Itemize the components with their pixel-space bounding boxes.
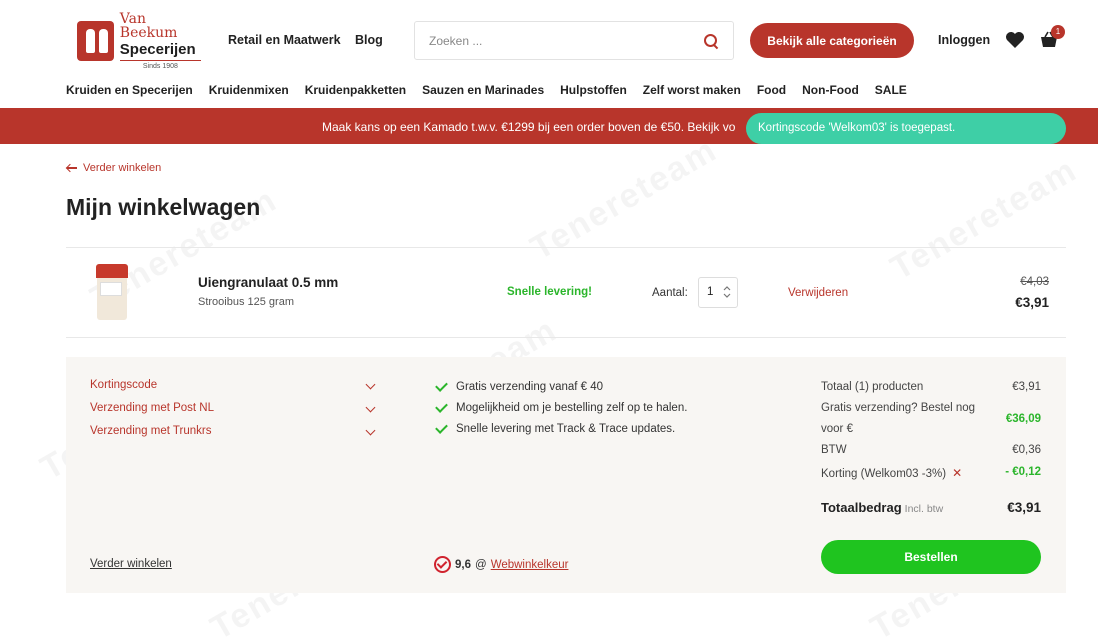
- main-nav: Kruiden en Specerijen Kruidenmixen Kruid…: [66, 83, 923, 97]
- order-button[interactable]: Bestellen: [821, 540, 1041, 574]
- nav-item-kruiden[interactable]: Kruiden en Specerijen: [66, 83, 193, 97]
- back-link-label: Verder winkelen: [83, 162, 162, 174]
- remove-item-link[interactable]: Verwijderen: [788, 287, 848, 299]
- page-title: Mijn winkelwagen: [66, 194, 261, 220]
- promo-text[interactable]: Maak kans op een Kamado t.w.v. €1299 bij…: [322, 120, 735, 134]
- brand-logo[interactable]: Van Beekum Specerijen Sinds 1908: [77, 12, 201, 70]
- item-price: €3,91: [1015, 295, 1049, 310]
- nav-item-kruidenmixen[interactable]: Kruidenmixen: [209, 83, 289, 97]
- all-categories-button[interactable]: Bekijk alle categorieën: [750, 23, 914, 58]
- cart-item-row: Uiengranulaat 0.5 mm Strooibus 125 gram …: [66, 247, 1066, 338]
- product-variant: Strooibus 125 gram: [198, 296, 294, 308]
- webwinkelkeur-icon: [434, 556, 451, 573]
- chevron-down-icon: [365, 379, 376, 390]
- webwinkelkeur-rating: 9,6 @ Webwinkelkeur: [434, 556, 568, 573]
- check-icon: [435, 379, 448, 392]
- check-icon: [435, 421, 448, 434]
- continue-shopping-link[interactable]: Verder winkelen: [90, 558, 172, 570]
- login-link[interactable]: Inloggen: [938, 33, 990, 47]
- arrow-left-icon: [66, 164, 77, 172]
- total-value: €3,91: [1007, 500, 1041, 515]
- product-name[interactable]: Uiengranulaat 0.5 mm: [198, 275, 338, 290]
- quantity-value: 1: [707, 286, 714, 298]
- back-link[interactable]: Verder winkelen: [66, 162, 161, 174]
- accordion-postnl[interactable]: Verzending met Post NL: [90, 402, 376, 414]
- chevron-down-icon: [365, 425, 376, 436]
- stepper-arrows-icon[interactable]: [723, 285, 731, 299]
- feature-pickup: Mogelijkheid om je bestelling zelf op te…: [435, 400, 687, 414]
- discount-label-row: Korting (Welkom03 -3%) ✕: [821, 466, 962, 480]
- accordion-trunkrs[interactable]: Verzending met Trunkrs: [90, 425, 376, 437]
- total-label: Totaalbedrag: [821, 500, 902, 515]
- delivery-status: Snelle levering!: [507, 286, 593, 298]
- nav-item-food[interactable]: Food: [757, 83, 786, 97]
- discount-toast: Kortingscode 'Welkom03' is toegepast.: [746, 113, 1066, 144]
- chevron-down-icon: [365, 402, 376, 413]
- nav-item-non-food[interactable]: Non-Food: [802, 83, 859, 97]
- feature-track-trace: Snelle levering met Track & Trace update…: [435, 421, 675, 435]
- total-vat-note: Incl. btw: [904, 503, 944, 515]
- check-icon: [435, 400, 448, 413]
- nav-item-sale[interactable]: SALE: [875, 83, 907, 97]
- accordion-discount-code[interactable]: Kortingscode: [90, 379, 376, 391]
- subtotal-value: €3,91: [1012, 381, 1041, 393]
- quantity-stepper[interactable]: 1: [698, 277, 738, 308]
- old-price: €4,03: [1020, 276, 1049, 288]
- search-input[interactable]: [429, 33, 703, 48]
- search-bar: [414, 21, 734, 60]
- free-shipping-label-2: voor €: [821, 423, 853, 435]
- heart-icon[interactable]: [1005, 31, 1025, 49]
- free-shipping-label-1: Gratis verzending? Bestel nog: [821, 402, 976, 414]
- nav-item-worst[interactable]: Zelf worst maken: [643, 83, 741, 97]
- rating-score: 9,6: [455, 558, 471, 571]
- discount-label: Korting (Welkom03 -3%): [821, 468, 947, 480]
- product-image[interactable]: [96, 264, 128, 320]
- logo-shakers-icon: [77, 21, 114, 61]
- search-icon[interactable]: [703, 33, 719, 49]
- remove-discount-icon[interactable]: ✕: [952, 466, 962, 480]
- nav-item-sauzen[interactable]: Sauzen en Marinades: [422, 83, 544, 97]
- discount-value: - €0,12: [1005, 466, 1041, 478]
- webwinkelkeur-link[interactable]: Webwinkelkeur: [491, 559, 569, 571]
- vat-value: €0,36: [1012, 444, 1041, 456]
- site-header: Van Beekum Specerijen Sinds 1908 Retail …: [0, 0, 1098, 108]
- cart-count-badge: 1: [1051, 25, 1065, 39]
- total-label-row: Totaalbedrag Incl. btw: [821, 500, 943, 515]
- order-summary-panel: Kortingscode Verzending met Post NL Verz…: [66, 357, 1066, 593]
- link-retail-maatwerk[interactable]: Retail en Maatwerk: [228, 33, 341, 47]
- feature-free-shipping: Gratis verzending vanaf € 40: [435, 379, 603, 393]
- rating-at: @: [475, 558, 487, 571]
- logo-line-1: Van Beekum: [119, 11, 178, 41]
- nav-item-hulpstoffen[interactable]: Hulpstoffen: [560, 83, 627, 97]
- logo-line-2: Specerijen: [119, 41, 196, 58]
- link-blog[interactable]: Blog: [355, 33, 383, 47]
- vat-label: BTW: [821, 444, 847, 456]
- nav-item-kruidenpakketten[interactable]: Kruidenpakketten: [305, 83, 406, 97]
- quantity-label: Aantal:: [652, 287, 688, 299]
- logo-line-3: Sinds 1908: [119, 60, 201, 70]
- free-shipping-amount: €36,09: [1005, 413, 1041, 425]
- subtotal-label: Totaal (1) producten: [821, 381, 924, 393]
